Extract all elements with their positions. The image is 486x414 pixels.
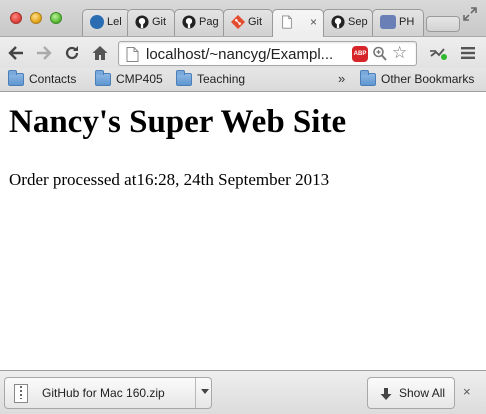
tab-label: PH xyxy=(399,16,415,28)
chevron-down-icon[interactable] xyxy=(201,389,209,394)
tab-label: Git xyxy=(152,16,167,28)
tab-github-1[interactable]: Git xyxy=(127,9,175,37)
folder-icon xyxy=(176,69,192,86)
zip-file-icon xyxy=(14,384,28,403)
tab-github-2[interactable]: Pag xyxy=(174,9,224,37)
close-window-button[interactable] xyxy=(10,12,22,24)
page-content: Nancy's Super Web Site Order processed a… xyxy=(0,92,486,370)
github-icon xyxy=(331,15,345,29)
download-item[interactable]: GitHub for Mac 160.zip xyxy=(4,377,212,409)
adblock-icon[interactable]: ABP xyxy=(352,46,368,62)
tab-github-3[interactable]: Sep xyxy=(323,9,373,37)
download-file-name[interactable]: GitHub for Mac 160.zip xyxy=(42,386,165,400)
address-bar[interactable]: localhost/~nancyg/Exampl... ABP ☆ xyxy=(118,41,417,66)
tab-label: Sep xyxy=(348,16,368,28)
reload-icon xyxy=(65,46,79,60)
download-arrow-icon xyxy=(380,388,392,400)
show-all-downloads-button[interactable]: Show All xyxy=(367,377,455,409)
tab-active-blank[interactable]: × xyxy=(272,9,324,37)
tab-label: Git xyxy=(248,16,263,28)
page-icon xyxy=(126,47,139,62)
tab-lel[interactable]: Lel xyxy=(82,9,130,37)
bookmark-star-icon[interactable]: ☆ xyxy=(392,44,407,62)
bookmark-cmp405[interactable]: CMP405 xyxy=(95,69,163,86)
browser-toolbar: localhost/~nancyg/Exampl... ABP ☆ xyxy=(0,36,486,68)
arrow-left-icon xyxy=(8,46,23,60)
arrow-right-icon xyxy=(37,46,52,60)
fullscreen-icon[interactable] xyxy=(462,6,478,22)
back-button[interactable] xyxy=(6,43,26,63)
github-icon xyxy=(135,15,149,29)
extension-button[interactable] xyxy=(428,43,448,63)
order-status-text: Order processed at16:28, 24th September … xyxy=(9,170,330,189)
bookmarks-overflow-button[interactable]: » xyxy=(338,71,345,86)
tab-close-button[interactable]: × xyxy=(310,15,317,29)
tab-git[interactable]: Git xyxy=(223,9,273,37)
download-shelf: GitHub for Mac 160.zip Show All × xyxy=(0,370,486,414)
folder-icon xyxy=(95,69,111,86)
tab-strip: Lel Git Pag Git × Sep PH xyxy=(0,0,486,37)
close-download-shelf-button[interactable]: × xyxy=(463,384,471,399)
tab-php[interactable]: PH xyxy=(372,9,424,37)
zoom-icon[interactable] xyxy=(372,45,388,63)
extension-runner-icon xyxy=(430,48,447,60)
bookmarks-bar: Contacts CMP405 Teaching » Other Bookmar… xyxy=(0,68,486,92)
menu-button[interactable] xyxy=(458,43,478,63)
lel-favicon-icon xyxy=(90,15,104,29)
show-all-label: Show All xyxy=(399,386,446,400)
bookmark-label: Other Bookmarks xyxy=(381,72,475,86)
bookmark-label: Contacts xyxy=(29,72,77,86)
tab-label: Pag xyxy=(199,16,219,28)
reload-button[interactable] xyxy=(62,43,82,63)
bookmark-label: CMP405 xyxy=(116,72,163,86)
folder-icon xyxy=(360,69,376,86)
folder-icon xyxy=(8,69,24,86)
bookmark-other-bookmarks[interactable]: Other Bookmarks xyxy=(360,69,475,86)
forward-button[interactable] xyxy=(34,43,54,63)
minimize-window-button[interactable] xyxy=(30,12,42,24)
new-tab-button[interactable] xyxy=(426,16,460,32)
bookmark-teaching[interactable]: Teaching xyxy=(176,69,246,86)
hamburger-menu-icon xyxy=(461,47,475,59)
url-text[interactable]: localhost/~nancyg/Exampl... xyxy=(146,46,351,63)
blank-page-icon xyxy=(282,15,292,29)
page-heading: Nancy's Super Web Site xyxy=(9,104,347,140)
home-button[interactable] xyxy=(90,43,110,63)
bookmark-contacts[interactable]: Contacts xyxy=(8,69,77,86)
home-icon xyxy=(92,46,108,60)
zoom-window-button[interactable] xyxy=(50,12,62,24)
github-icon xyxy=(182,15,196,29)
tab-label: Lel xyxy=(107,16,122,28)
php-icon xyxy=(380,15,396,29)
divider xyxy=(195,378,196,408)
git-icon xyxy=(231,15,245,29)
bookmark-label: Teaching xyxy=(197,72,246,86)
